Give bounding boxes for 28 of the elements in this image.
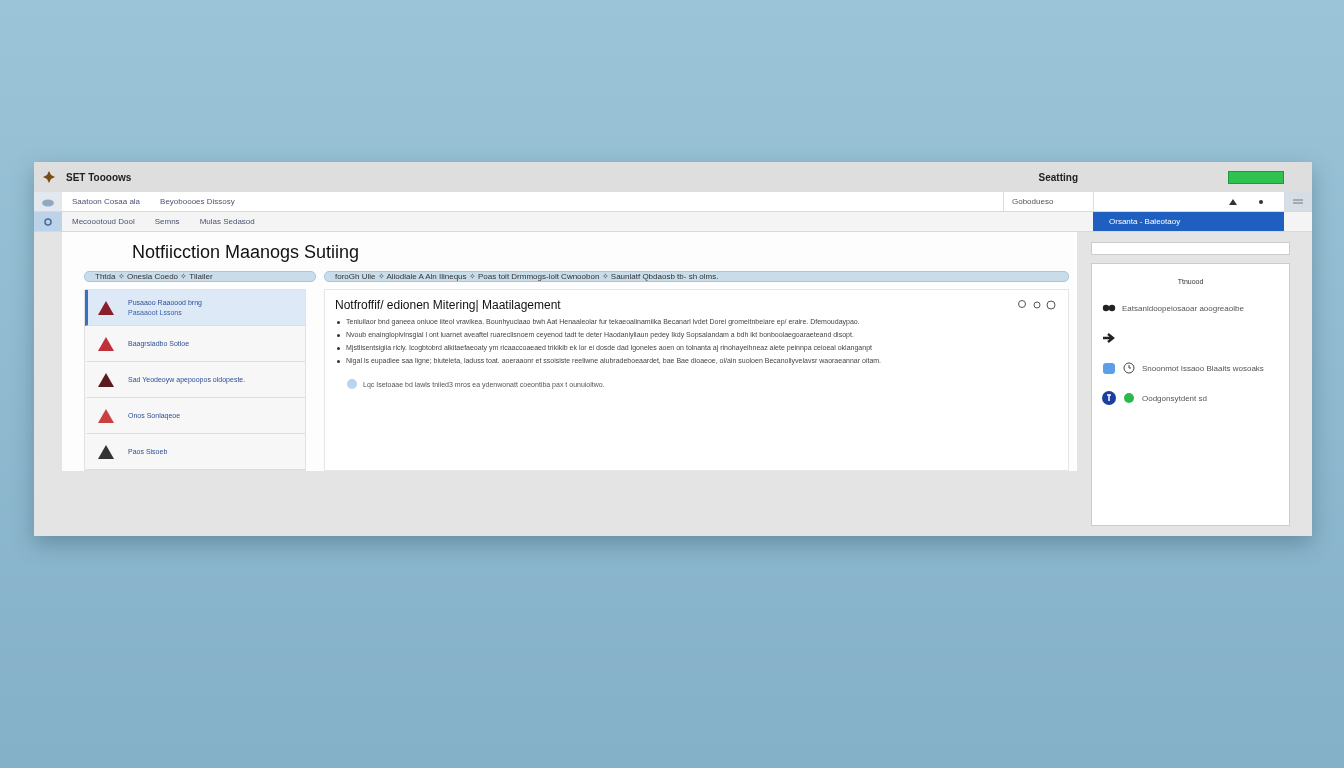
toolbar-item[interactable]: Saatoon Cosaa ala [62, 192, 151, 211]
status-button[interactable] [1228, 170, 1284, 184]
article-title: Notfroffif/ edionen Mitering| Maatilagement [335, 298, 562, 312]
panel-tab[interactable]: Orsanta - Baleotaoy [1093, 212, 1284, 231]
side-input-field[interactable] [1091, 242, 1290, 255]
toolbar-item[interactable]: Beyoboooes Dissosy [150, 192, 245, 211]
folder-icon [1102, 361, 1116, 375]
filter-bar[interactable]: foroGh Ulie ✧ Aliodiale A Aln Ilinequs ✧ Poas toit Drmmogs-lolt Cwnoobon ✧ Saunlatf Qbdaosb tb- sh olms. [324, 271, 1069, 282]
badge-icon [1102, 391, 1116, 405]
window-label: Seatting [1038, 171, 1078, 183]
bullet-icon [337, 359, 340, 363]
info-dot-icon [347, 379, 357, 389]
nav-item[interactable]: Mecoootoud Dool [62, 212, 145, 231]
bullet-icon [337, 346, 340, 350]
bullet-icon [337, 333, 340, 337]
status-icon [1122, 391, 1136, 405]
bullet-icon [337, 320, 340, 324]
side-item-text: Oodgonsytdent sd [1142, 393, 1207, 403]
nav-item[interactable]: Semns [144, 212, 190, 231]
app-icon [42, 170, 56, 184]
filter-bar[interactable]: Thtda ✧ Onesla Coedo ✧ Tilailer [84, 271, 316, 282]
arrow-icon [1102, 331, 1116, 345]
side-item-text: Snoonmot Issaoo Blaaits wosoaks [1142, 363, 1264, 373]
window-title: SET Toooows [66, 171, 132, 183]
nav-item[interactable]: Mulas Sedasod [189, 212, 265, 231]
clock-icon [1122, 361, 1136, 375]
page-title: Notfiicction Maanogs Sutiing [132, 242, 361, 263]
side-item-text: Eatsanldoopeiosaoar aoogreaoibe [1122, 303, 1244, 313]
